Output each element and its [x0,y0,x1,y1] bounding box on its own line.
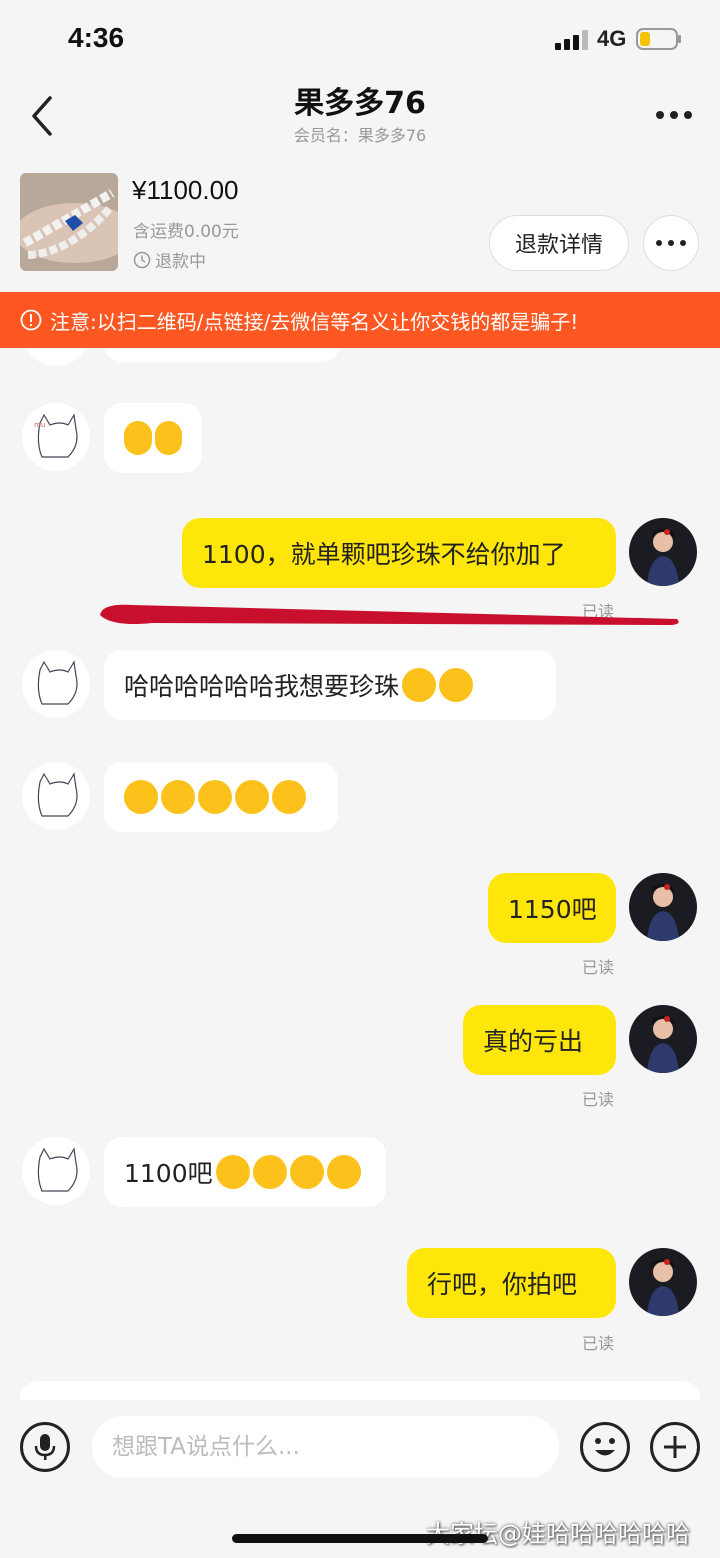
contact-avatar[interactable] [22,650,90,718]
status-bar: 4:36 4G [0,0,720,80]
add-attachment-button[interactable] [650,1422,700,1472]
message-bubble-out: 1100，就单颗吧珍珠不给你加了 [182,518,616,588]
message-text: 行吧，你拍吧 [427,1270,578,1299]
read-receipt: 已读 [582,1334,615,1353]
message-text: 1150吧 [508,895,597,924]
battery-icon [636,28,681,50]
contact-avatar[interactable] [22,1137,90,1205]
holding-back-tears-emoji [215,1155,250,1189]
contact-avatar[interactable] [22,762,90,830]
my-avatar[interactable] [629,1005,697,1073]
message-bubble-out: 1150吧 [488,873,616,943]
warning-text: 注意:以扫二维码/点链接/去微信等名义让你交钱的都是骗子! [50,309,579,334]
holding-back-tears-emoji [161,780,195,814]
message-bubble-out: 行吧，你拍吧 [407,1248,616,1318]
laughing-crying-emoji [124,421,152,455]
microphone-icon [34,1434,56,1460]
svg-text:mu: mu [34,421,45,429]
message-input[interactable] [92,1416,559,1478]
message-bubble-in [104,403,202,473]
holding-back-tears-emoji [272,780,306,814]
read-receipt: 已读 [582,1090,615,1109]
holding-back-tears-emoji [235,780,269,814]
holding-back-tears-emoji [252,1155,287,1189]
alert-icon [20,309,42,331]
message-bubble-in: 1100吧 [104,1137,386,1207]
my-avatar[interactable] [629,1248,697,1316]
more-dots-icon [656,240,686,246]
my-avatar[interactable] [629,873,697,941]
shipping-fee: 含运费0.00元 [133,222,239,242]
holding-back-tears-emoji [124,780,158,814]
input-bar [0,1400,720,1500]
pleading-emoji [402,668,437,702]
suggestion-card-edge [20,1381,700,1400]
network-label: 4G [597,26,627,51]
clock-icon [133,251,151,268]
contact-avatar[interactable]: mu [22,403,90,471]
order-more-button[interactable] [643,215,699,271]
red-annotation-stroke [100,604,679,625]
more-options-icon[interactable] [654,100,694,130]
plus-icon [664,1436,686,1458]
home-indicator[interactable] [232,1534,488,1543]
read-receipt: 已读 [582,958,615,977]
emoji-button[interactable] [580,1422,630,1472]
signal-icon [555,30,588,50]
message-text: 哈哈哈哈哈哈我想要珍珠 [124,672,400,701]
laughing-crying-emoji [154,421,182,455]
holding-back-tears-emoji [289,1155,324,1189]
refund-details-button[interactable]: 退款详情 [489,215,629,271]
message-text: 1100，就单颗吧珍珠不给你加了 [202,540,566,569]
my-avatar[interactable] [629,518,697,586]
holding-back-tears-emoji [198,780,232,814]
watermark-text: 大家坛@娃哈哈哈哈哈哈 [426,1520,690,1548]
member-name: 会员名：果多多76 [293,126,427,145]
message-bubble-out: 真的亏出 [463,1005,616,1075]
contact-name: 果多多76 [294,86,426,121]
order-price: ¥1100.00 [132,175,239,205]
smiley-icon [595,1438,615,1456]
refund-status: 退款中 [133,247,206,272]
holding-back-tears-emoji [326,1155,361,1189]
pleading-emoji [439,668,474,702]
message-text: 1100吧 [124,1159,213,1188]
voice-button[interactable] [20,1422,70,1472]
message-text: 真的亏出 [483,1027,584,1056]
refund-status-label: 退款中 [155,252,206,272]
contact-avatar[interactable] [22,348,90,366]
message-bubble-in: 哈哈哈哈哈哈我想要珍珠 [104,650,556,720]
chat-header: 果多多76 会员名：果多多76 [0,70,720,160]
status-time: 4:36 [68,22,125,53]
chat-thread[interactable]: mu 1100，就单颗吧珍珠不给你加了 已读 哈哈哈哈哈哈我想要珍珠 1150吧… [0,348,720,1400]
order-card: ¥1100.00 含运费0.00元 退款中 退款详情 [0,165,720,291]
message-bubble-partial [104,348,340,362]
message-bubble-in [104,762,338,832]
fraud-warning-banner: 注意:以扫二维码/点链接/去微信等名义让你交钱的都是骗子! [0,292,720,348]
product-image[interactable] [20,173,118,271]
